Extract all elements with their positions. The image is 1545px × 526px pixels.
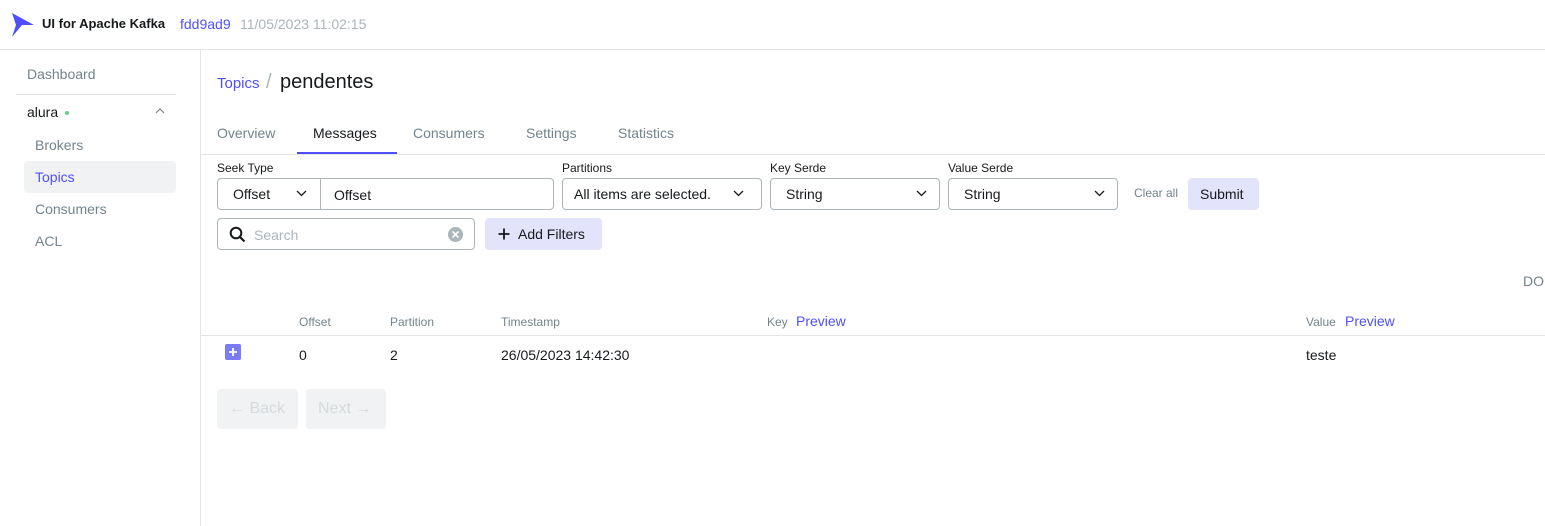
- version-hash-link[interactable]: fdd9ad9: [180, 16, 231, 32]
- breadcrumb-separator: /: [266, 71, 272, 93]
- tab-messages[interactable]: Messages: [313, 125, 377, 141]
- value-preview-link[interactable]: Preview: [1345, 313, 1395, 329]
- app-title[interactable]: UI for Apache Kafka: [42, 16, 165, 31]
- cell-offset: 0: [299, 347, 307, 363]
- sidebar-item-acl[interactable]: ACL: [24, 225, 176, 257]
- partitions-select[interactable]: All items are selected.: [562, 178, 762, 210]
- chevron-down-icon: [916, 190, 927, 197]
- messages-table-header: Offset Partition Timestamp Key Preview V…: [201, 307, 1545, 336]
- cell-value: teste: [1306, 347, 1337, 363]
- search-field[interactable]: Search: [217, 218, 475, 250]
- topic-tabs: Overview Messages Consumers Settings Sta…: [201, 115, 1545, 155]
- partitions-label: Partitions: [562, 161, 613, 175]
- next-button[interactable]: Next →: [306, 389, 386, 429]
- add-filters-label: Add Filters: [518, 226, 585, 242]
- expand-row-icon[interactable]: [225, 344, 241, 360]
- sidebar-item-dashboard[interactable]: Dashboard: [27, 66, 96, 82]
- sidebar-item-brokers[interactable]: Brokers: [24, 129, 176, 161]
- column-value: Value: [1306, 315, 1336, 329]
- version-date: 11/05/2023 11:02:15: [240, 16, 367, 32]
- key-serde-value: String: [786, 186, 823, 202]
- sidebar-divider: [16, 94, 176, 95]
- add-filters-button[interactable]: Add Filters: [485, 218, 602, 250]
- back-button[interactable]: ← Back: [217, 389, 298, 429]
- chevron-down-icon: [733, 190, 744, 197]
- chevron-down-icon: [1094, 190, 1105, 197]
- clear-search-icon[interactable]: [447, 226, 464, 243]
- breadcrumb-topics-link[interactable]: Topics: [217, 75, 260, 92]
- cell-partition: 2: [390, 347, 398, 363]
- tab-statistics[interactable]: Statistics: [618, 125, 674, 141]
- value-serde-label: Value Serde: [948, 161, 1014, 175]
- cluster-status-dot: [65, 111, 69, 115]
- submit-button[interactable]: Submit: [1188, 178, 1259, 210]
- active-tab-indicator: [297, 152, 397, 154]
- page-title: pendentes: [280, 71, 374, 93]
- seek-type-select[interactable]: Offset: [217, 178, 321, 210]
- plus-icon: [498, 228, 510, 240]
- column-partition: Partition: [390, 315, 435, 329]
- partitions-value: All items are selected.: [574, 186, 711, 202]
- sidebar-item-consumers[interactable]: Consumers: [24, 193, 176, 225]
- value-serde-select[interactable]: String: [948, 178, 1118, 210]
- search-icon: [229, 226, 246, 243]
- key-preview-link[interactable]: Preview: [796, 313, 846, 329]
- key-serde-label: Key Serde: [770, 161, 827, 175]
- kafka-ui-logo-icon[interactable]: [10, 11, 36, 39]
- top-navbar: UI for Apache Kafka fdd9ad9 11/05/2023 1…: [0, 0, 1545, 50]
- value-serde-value: String: [964, 186, 1001, 202]
- cell-timestamp: 26/05/2023 14:42:30: [501, 347, 630, 363]
- search-input[interactable]: Search: [254, 227, 298, 243]
- seek-type-value: Offset: [233, 186, 271, 202]
- chevron-up-icon[interactable]: [155, 107, 165, 115]
- tab-consumers[interactable]: Consumers: [413, 125, 485, 141]
- clear-all-button[interactable]: Clear all: [1134, 186, 1178, 200]
- seek-type-label: Seek Type: [217, 161, 274, 175]
- download-button[interactable]: DO: [1523, 273, 1544, 289]
- sidebar: Dashboard alura Brokers Topics Consumers…: [0, 50, 201, 526]
- column-timestamp: Timestamp: [501, 315, 560, 329]
- cluster-name[interactable]: alura: [27, 104, 58, 120]
- sidebar-item-topics[interactable]: Topics: [24, 161, 176, 193]
- tab-overview[interactable]: Overview: [217, 125, 275, 141]
- tab-settings[interactable]: Settings: [526, 125, 577, 141]
- column-offset: Offset: [299, 315, 331, 329]
- key-serde-select[interactable]: String: [770, 178, 940, 210]
- seek-offset-input[interactable]: Offset: [320, 178, 554, 210]
- column-key: Key: [767, 315, 788, 329]
- chevron-down-icon: [296, 190, 307, 197]
